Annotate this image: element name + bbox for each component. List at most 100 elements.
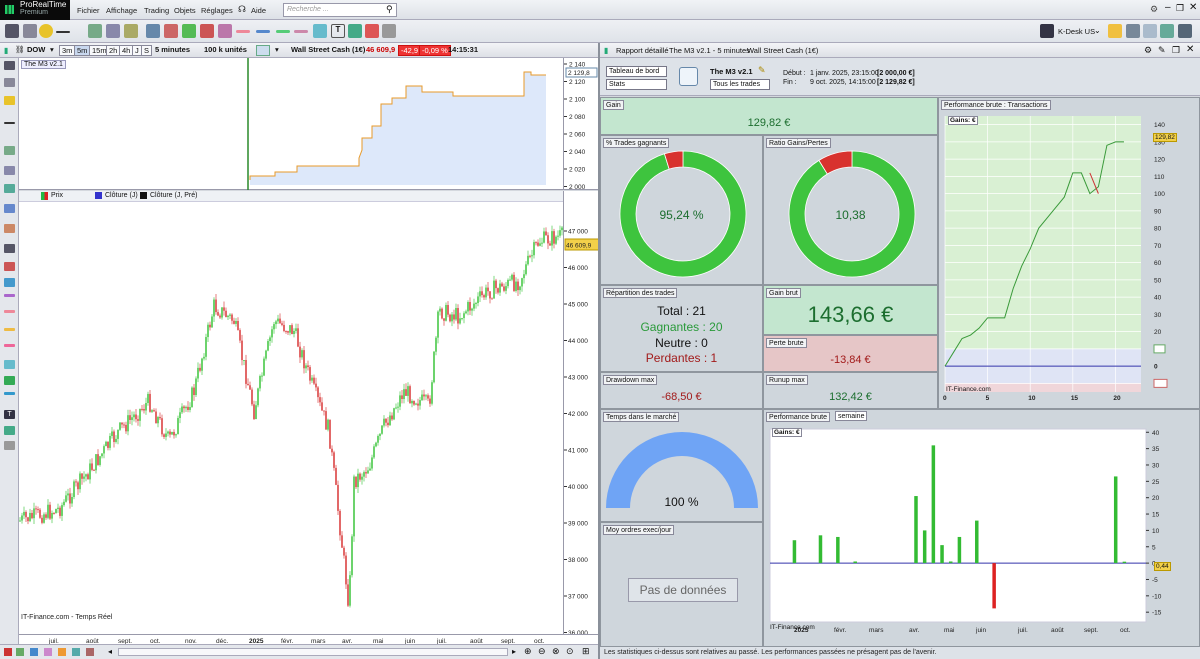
search-icon[interactable]: ⚲ xyxy=(386,4,393,15)
vline-icon[interactable] xyxy=(4,310,15,313)
tool-icon-3[interactable] xyxy=(44,648,52,656)
text-icon[interactable]: T xyxy=(4,410,15,419)
channel-icon[interactable] xyxy=(4,184,15,193)
layout-icon[interactable] xyxy=(1126,24,1140,38)
zoom-reset-icon[interactable]: ⊙ xyxy=(566,646,574,657)
rect-icon[interactable] xyxy=(4,244,15,253)
folder-icon[interactable] xyxy=(1108,24,1122,38)
interval-select[interactable]: 5 minutes xyxy=(153,45,192,56)
screens-icon[interactable] xyxy=(1160,24,1174,38)
settings-icon[interactable]: ⚙ xyxy=(1144,45,1152,56)
menu-trading[interactable]: Trading xyxy=(144,6,169,15)
tool-icon-6[interactable] xyxy=(86,648,94,656)
tf-5m[interactable]: 5m xyxy=(74,45,91,56)
pencil-icon[interactable] xyxy=(5,24,19,38)
menu-reglages[interactable]: Réglages xyxy=(201,6,233,15)
grid-icon[interactable] xyxy=(1178,24,1192,38)
ruler-icon[interactable] xyxy=(88,24,102,38)
arrow-down-icon[interactable] xyxy=(200,24,214,38)
search-input[interactable]: Recherche ... xyxy=(283,3,397,17)
ray-icon[interactable] xyxy=(4,344,15,347)
menu-affichage[interactable]: Affichage xyxy=(106,6,137,15)
ray-icon[interactable] xyxy=(294,30,308,33)
pointer-icon[interactable] xyxy=(23,24,37,38)
tf-s[interactable]: S xyxy=(141,45,153,56)
line-icon[interactable] xyxy=(56,31,70,33)
line-icon[interactable] xyxy=(4,122,15,124)
segment-icon[interactable] xyxy=(4,328,15,331)
edit-icon[interactable]: ✎ xyxy=(1158,45,1166,56)
box-icon[interactable] xyxy=(4,278,15,287)
tool-icon-5[interactable] xyxy=(72,648,80,656)
note-icon[interactable] xyxy=(4,426,15,435)
trend-icon[interactable] xyxy=(106,24,120,38)
symbol-mode[interactable]: DOW xyxy=(25,45,47,56)
perf-week-select[interactable]: semaine xyxy=(835,411,868,421)
vline-icon[interactable] xyxy=(256,30,270,33)
trash-icon[interactable] xyxy=(382,24,396,38)
alert-icon[interactable] xyxy=(4,648,12,656)
trend-icon[interactable] xyxy=(4,166,15,175)
tf-3m[interactable]: 3m xyxy=(59,45,76,56)
more-icon[interactable]: ⊞ xyxy=(582,646,590,657)
units-select[interactable]: 100 k unités xyxy=(202,45,249,56)
scroll-left-icon[interactable]: ◂ xyxy=(108,647,112,656)
zoom-out-icon[interactable]: ⊖ xyxy=(538,646,546,657)
edit-icon[interactable]: ✎ xyxy=(758,65,766,76)
menu-fichier[interactable]: Fichier xyxy=(77,6,100,15)
close-icon[interactable]: ✕ xyxy=(1186,44,1194,55)
zoom-fit-icon[interactable]: ⊗ xyxy=(552,646,560,657)
arrow-up-icon[interactable] xyxy=(182,24,196,38)
segment-icon[interactable] xyxy=(276,30,290,33)
tool-icon-4[interactable] xyxy=(58,648,66,656)
erase-icon[interactable] xyxy=(365,24,379,38)
report-config-icon[interactable] xyxy=(679,67,698,86)
pencil-icon[interactable] xyxy=(4,61,15,70)
account-selector[interactable]: K-Desk US xyxy=(1058,27,1095,36)
tool-icon-2[interactable] xyxy=(30,648,38,656)
rect-icon[interactable] xyxy=(164,24,178,38)
headset-icon[interactable]: ☊ xyxy=(238,4,246,15)
pitchfork-icon[interactable] xyxy=(4,360,15,369)
text-icon[interactable]: T xyxy=(331,24,345,38)
menu-aide[interactable]: Aide xyxy=(251,6,266,15)
restore-icon[interactable]: ❐ xyxy=(1176,3,1184,14)
kdesk-icon[interactable] xyxy=(1040,24,1054,38)
window-icon[interactable] xyxy=(1143,24,1157,38)
scroll-right-icon[interactable]: ▸ xyxy=(512,647,516,656)
note-icon[interactable] xyxy=(348,24,362,38)
arrow-down-icon[interactable] xyxy=(4,262,15,271)
chart-type-icon[interactable] xyxy=(256,45,270,56)
stats-select[interactable]: Stats xyxy=(606,79,667,90)
close-icon[interactable]: ✕ xyxy=(1189,2,1197,13)
chevron-down-icon[interactable]: ⌄ xyxy=(1094,26,1101,35)
tool-icon[interactable] xyxy=(16,648,24,656)
price-panel[interactable]: Prix Clôture (J) Clôture (J, Pré) IT-Fin… xyxy=(19,191,563,634)
minimize-icon[interactable]: – xyxy=(1165,2,1171,13)
hline-icon[interactable] xyxy=(4,294,15,297)
settings-icon[interactable]: ⚙ xyxy=(1150,4,1158,15)
trash-icon[interactable] xyxy=(4,441,15,450)
zoom-in-icon[interactable]: ⊕ xyxy=(524,646,532,657)
report-tab-system[interactable]: The M3 v2.1 - 5 minutes xyxy=(669,46,750,55)
arrow-right-icon[interactable] xyxy=(4,392,15,395)
ruler-icon[interactable] xyxy=(4,146,15,155)
hline-icon[interactable] xyxy=(236,30,250,33)
view-select[interactable]: Tableau de bord xyxy=(606,66,667,77)
report-tab-instrument[interactable]: Wall Street Cash (1€) xyxy=(747,46,818,55)
fib-icon[interactable] xyxy=(4,204,15,213)
gann-icon[interactable] xyxy=(4,224,15,233)
chevron-down-icon[interactable]: ▾ xyxy=(48,45,56,56)
chevron-down-icon[interactable]: ▾ xyxy=(273,45,281,56)
pointer-icon[interactable] xyxy=(4,78,15,87)
trades-select[interactable]: Tous les trades xyxy=(710,79,770,90)
restore-icon[interactable]: ❐ xyxy=(1172,45,1180,56)
channel-icon[interactable] xyxy=(124,24,138,38)
horizontal-scrollbar[interactable] xyxy=(118,648,508,656)
indicator-panel[interactable]: The M3 v2.1 xyxy=(19,58,563,190)
pitchfork-icon[interactable] xyxy=(313,24,327,38)
bell-icon[interactable] xyxy=(4,96,15,105)
bell-icon[interactable] xyxy=(39,24,53,38)
instrument-name[interactable]: Wall Street Cash (1€) xyxy=(289,45,367,56)
wave-icon[interactable] xyxy=(4,376,15,385)
